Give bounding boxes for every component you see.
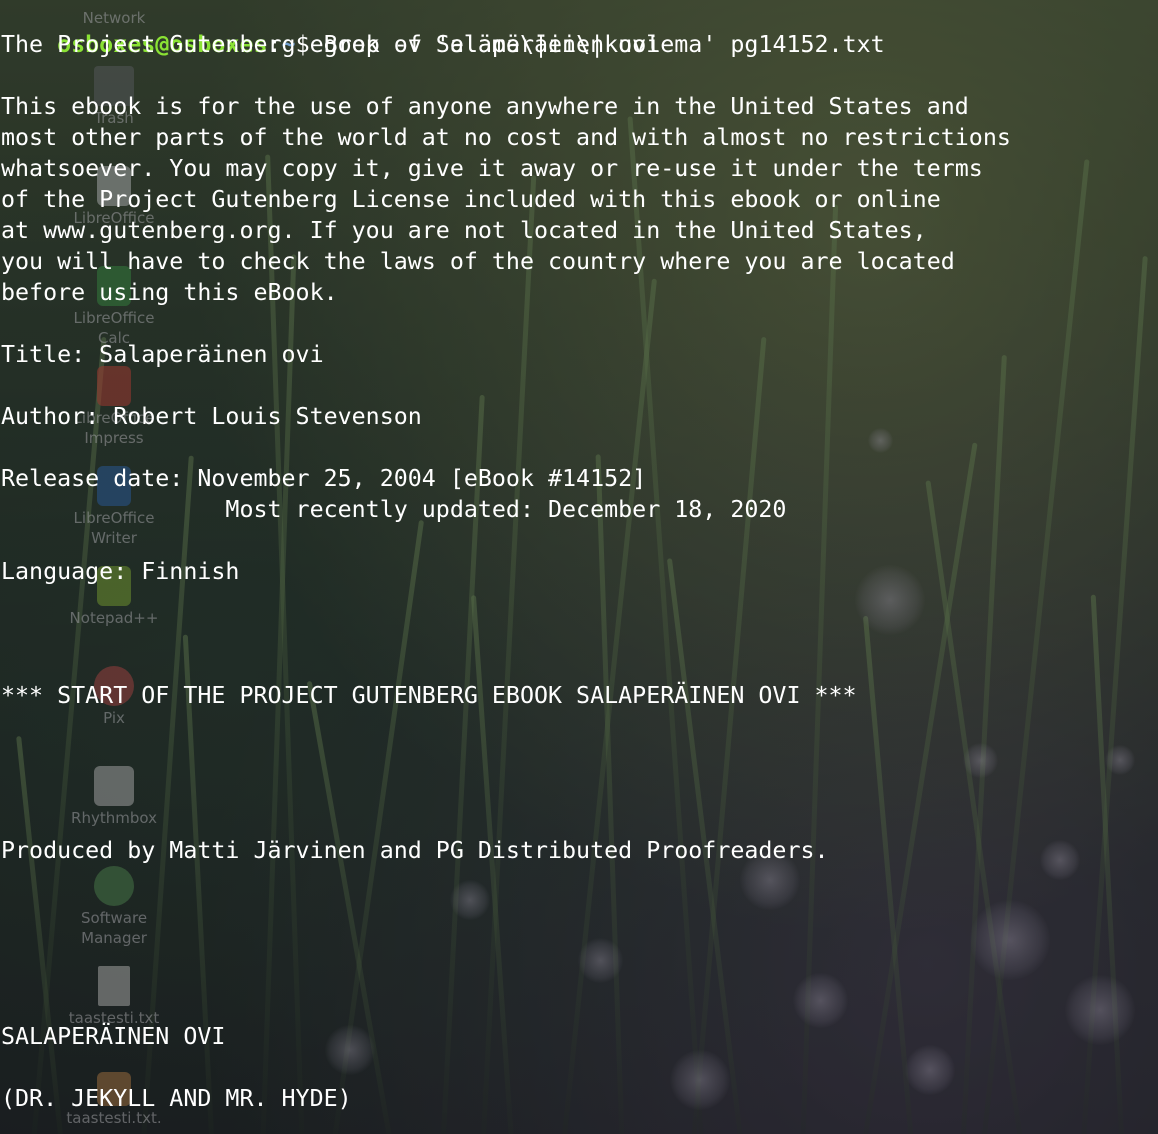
- terminal-output-line: before using this eBook.: [1, 279, 338, 306]
- terminal-output-line: Release date: November 25, 2004 [eBook #…: [1, 465, 647, 492]
- terminal-output-line: Produced by Matti Järvinen and PG Distri…: [1, 837, 829, 864]
- terminal-output-line: Language: Finnish: [1, 558, 240, 585]
- terminal-output-line: Author: Robert Louis Stevenson: [1, 403, 422, 430]
- terminal-window[interactable]: osboxes@osboxes:~$ grep -v 'elämä\|ei\|k…: [0, 0, 1158, 1134]
- terminal-output-line: of the Project Gutenberg License include…: [1, 186, 941, 213]
- terminal-output-line: most other parts of the world at no cost…: [1, 124, 1011, 151]
- terminal-output-line: Most recently updated: December 18, 2020: [1, 496, 787, 523]
- terminal-output-line: at www.gutenberg.org. If you are not loc…: [1, 217, 927, 244]
- terminal-output-line: This ebook is for the use of anyone anyw…: [1, 93, 969, 120]
- terminal-output-line: (DR. JEKYLL AND MR. HYDE): [1, 1085, 352, 1112]
- prompt-line: osboxes@osboxes:~$ grep -v 'elämä\|ei\|k…: [1, 0, 885, 58]
- terminal-output-line: The Project Gutenberg eBook of Salaperäi…: [1, 31, 661, 58]
- terminal-output-line: *** START OF THE PROJECT GUTENBERG EBOOK…: [1, 682, 857, 709]
- terminal-output-line: SALAPERÄINEN OVI: [1, 1023, 226, 1050]
- terminal-output-line: whatsoever. You may copy it, give it awa…: [1, 155, 983, 182]
- terminal-output-line: you will have to check the laws of the c…: [1, 248, 955, 275]
- terminal-output-line: Title: Salaperäinen ovi: [1, 341, 324, 368]
